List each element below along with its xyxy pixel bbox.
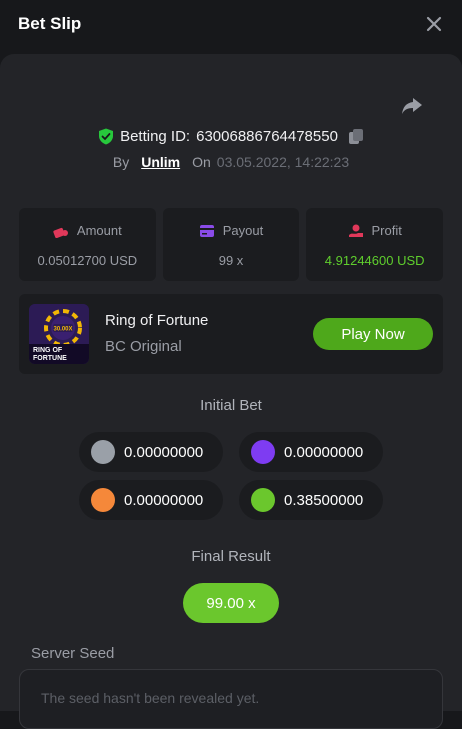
game-name: Ring of Fortune — [105, 312, 209, 329]
server-seed-field[interactable]: The seed hasn't been revealed yet. — [19, 669, 443, 729]
shield-check-icon — [99, 128, 114, 144]
amount-icon — [53, 227, 68, 238]
bet-chip: 0.38500000 — [239, 480, 383, 520]
chip-value: 0.00000000 — [124, 491, 204, 509]
betting-id-label: Betting ID: — [120, 127, 191, 145]
final-result-badge: 99.00 x — [183, 583, 279, 623]
copy-icon[interactable] — [348, 128, 364, 145]
amount-value: 0.05012700 USD — [37, 253, 138, 268]
chip-value: 0.00000000 — [124, 443, 204, 461]
bet-chip: 0.00000000 — [239, 432, 383, 472]
payout-value: 99 x — [218, 253, 244, 268]
bet-chip: 0.00000000 — [79, 480, 223, 520]
betting-id-value: 63006886764478550 — [196, 127, 338, 145]
profit-label: Profit — [371, 223, 402, 238]
share-icon[interactable] — [400, 96, 424, 116]
bet-chip: 0.00000000 — [79, 432, 223, 472]
amount-label: Amount — [76, 223, 122, 238]
bet-date: 03.05.2022, 14:22:23 — [216, 154, 350, 170]
chip-color-dot — [251, 440, 275, 464]
svg-text:RING OF: RING OF — [33, 347, 63, 354]
bet-stats: Amount 0.05012700 USD Payout 99 x Profit… — [19, 208, 444, 281]
chip-value: 0.00000000 — [284, 443, 364, 461]
server-seed-placeholder: The seed hasn't been revealed yet. — [41, 690, 260, 706]
chip-color-dot — [91, 440, 115, 464]
by-label: By — [112, 154, 130, 170]
chip-color-dot — [91, 488, 115, 512]
stat-payout: Payout 99 x — [162, 208, 300, 281]
stat-amount: Amount 0.05012700 USD — [19, 208, 156, 281]
play-now-button[interactable]: Play Now — [313, 318, 433, 350]
profit-value: 4.91244600 USD — [324, 253, 425, 268]
bet-author-row: By Unlim On 03.05.2022, 14:22:23 — [0, 152, 462, 172]
game-card: 30.00X RING OF FORTUNE Ring of Fortune B… — [19, 294, 443, 374]
game-provider: BC Original — [105, 338, 182, 355]
final-result-title: Final Result — [191, 548, 271, 565]
payout-label: Payout — [222, 223, 264, 238]
card-icon — [199, 224, 214, 237]
initial-bet-title: Initial Bet — [200, 397, 262, 414]
bet-slip-header: Bet Slip — [0, 0, 462, 50]
chip-color-dot — [251, 488, 275, 512]
server-seed-label: Server Seed — [31, 645, 115, 662]
user-link[interactable]: Unlim — [141, 154, 180, 170]
chip-value: 0.38500000 — [284, 491, 364, 509]
betting-id-row: Betting ID: 63006886764478550 — [0, 126, 462, 146]
stat-profit: Profit 4.91244600 USD — [306, 208, 444, 281]
close-icon[interactable] — [424, 14, 444, 34]
game-thumb-badge: 30.00X — [53, 327, 72, 333]
on-label: On — [192, 154, 211, 170]
page-title: Bet Slip — [18, 14, 82, 33]
profit-icon — [348, 224, 363, 237]
svg-text:FORTUNE: FORTUNE — [33, 355, 67, 362]
game-thumbnail[interactable]: 30.00X RING OF FORTUNE — [29, 304, 89, 364]
